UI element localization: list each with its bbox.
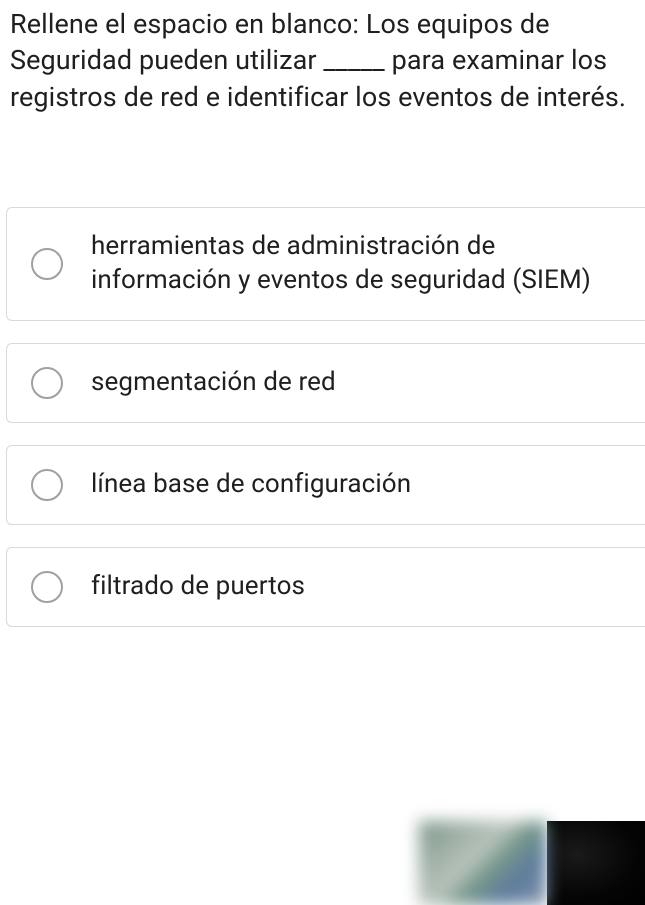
thumbnail-blurred-image bbox=[419, 821, 547, 905]
thumbnail-overlay bbox=[419, 821, 645, 905]
radio-icon bbox=[31, 367, 63, 399]
option-label: segmentación de red bbox=[91, 366, 336, 400]
thumbnail-dark-panel bbox=[547, 821, 645, 905]
radio-icon bbox=[31, 571, 63, 603]
option-siem[interactable]: herramientas de administración de inform… bbox=[6, 207, 645, 321]
option-label: filtrado de puertos bbox=[91, 570, 305, 604]
radio-icon bbox=[31, 469, 63, 501]
option-label: línea base de configuración bbox=[91, 468, 411, 502]
option-config-baseline[interactable]: línea base de configuración bbox=[6, 445, 645, 525]
question-text: Rellene el espacio en blanco: Los equipo… bbox=[0, 0, 645, 115]
options-container: herramientas de administración de inform… bbox=[0, 207, 645, 627]
option-port-filtering[interactable]: filtrado de puertos bbox=[6, 547, 645, 627]
option-label: herramientas de administración de inform… bbox=[91, 230, 629, 298]
radio-icon bbox=[31, 248, 63, 280]
option-network-segmentation[interactable]: segmentación de red bbox=[6, 343, 645, 423]
